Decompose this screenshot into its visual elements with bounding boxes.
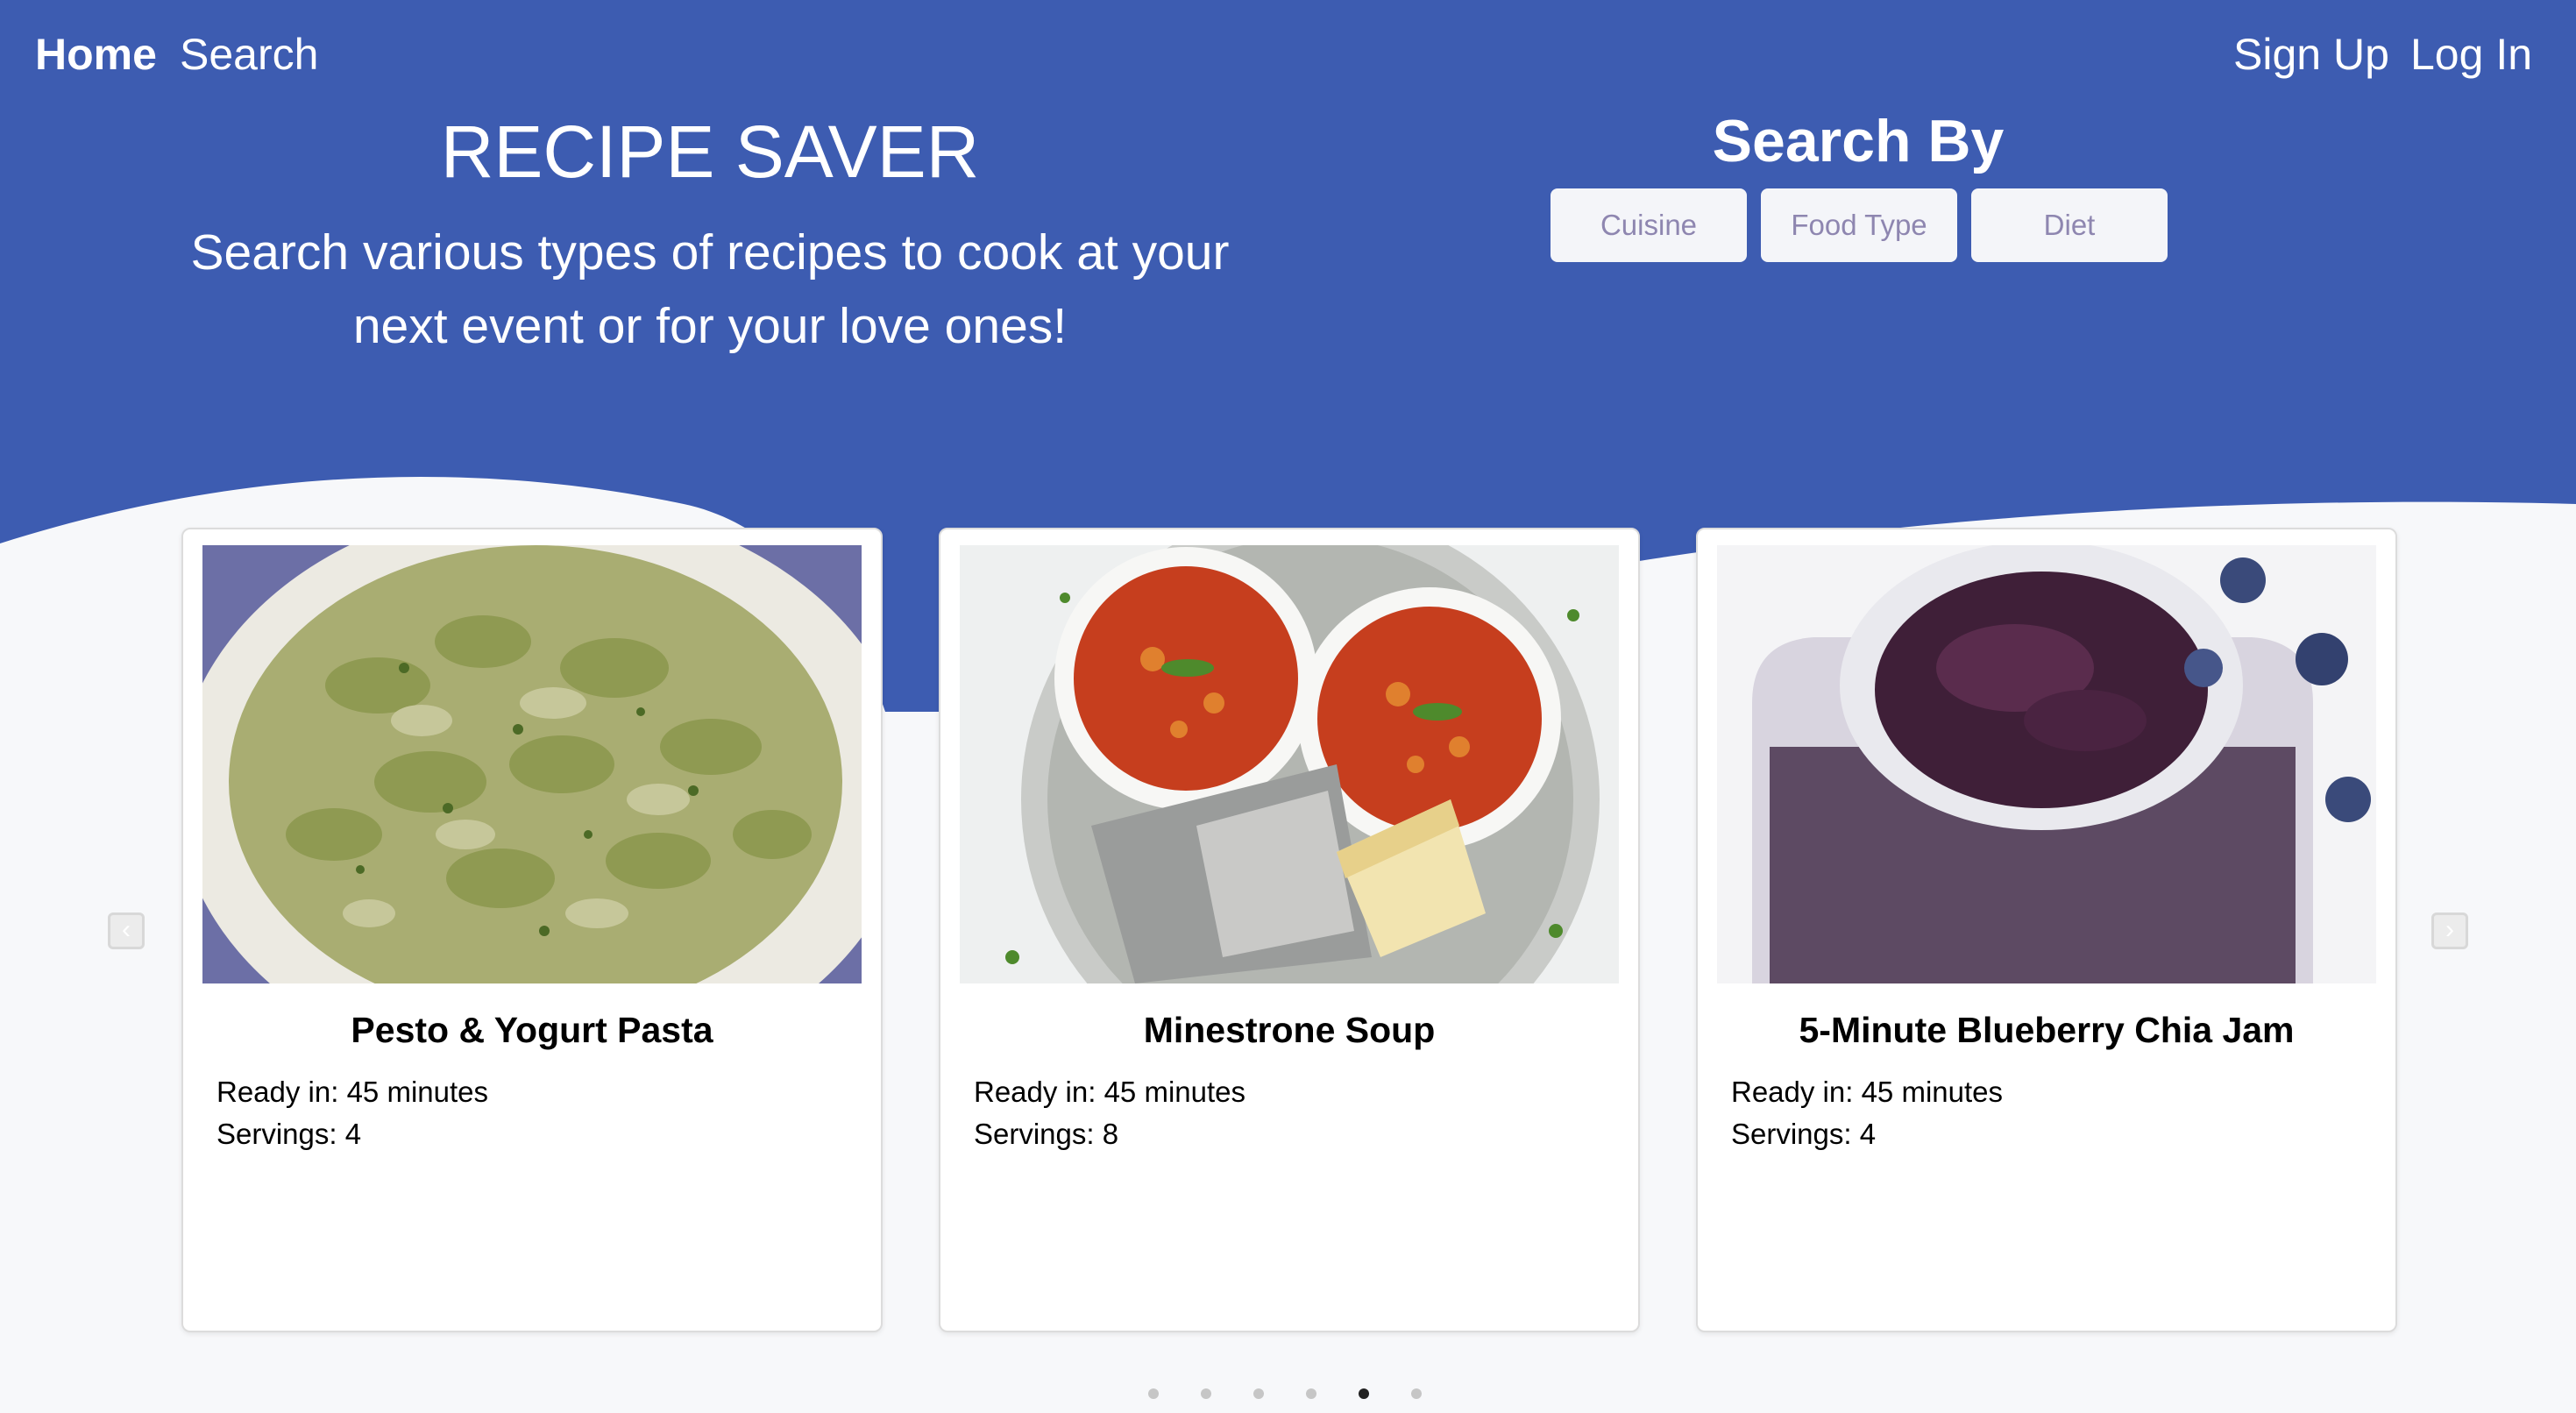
carousel-dot[interactable] <box>1253 1388 1264 1399</box>
recipe-servings: Servings: 8 <box>974 1118 1119 1150</box>
carousel-pagination <box>1148 1388 1422 1399</box>
jam-photo <box>1717 545 2376 983</box>
recipe-title: Minestrone Soup <box>1143 1010 1436 1050</box>
food-type-button[interactable]: Food Type <box>1761 188 1957 262</box>
filter-buttons: Cuisine Food Type Diet <box>1551 188 2169 262</box>
recipe-info: Ready in: 45 minutes Servings: 8 <box>974 1071 1245 1155</box>
nav-log-in-link[interactable]: Log In <box>2410 26 2532 82</box>
top-nav: Home Search Sign Up Log In <box>0 0 2576 114</box>
recipe-card[interactable]: 5-Minute Blueberry Chia Jam Ready in: 45… <box>1696 528 2397 1332</box>
carousel-dot[interactable] <box>1201 1388 1211 1399</box>
search-by-section: Search By <box>1550 103 2167 179</box>
hero-subtitle-line-2: next event or for your love ones! <box>352 298 1068 354</box>
recipe-info: Ready in: 45 minutes Servings: 4 <box>216 1071 488 1155</box>
carousel-dot[interactable] <box>1148 1388 1159 1399</box>
carousel-dot[interactable] <box>1306 1388 1316 1399</box>
recipe-title: 5-Minute Blueberry Chia Jam <box>1799 1010 2295 1050</box>
recipe-ready-time: Ready in: 45 minutes <box>1731 1076 2004 1108</box>
nav-search-link[interactable]: Search <box>180 26 318 82</box>
carousel-dot[interactable] <box>1411 1388 1422 1399</box>
nav-sign-up-link[interactable]: Sign Up <box>2233 26 2389 82</box>
hero-intro: RECIPE SAVER Search various types of rec… <box>167 103 1253 363</box>
carousel-prev-button[interactable]: ‹ <box>108 912 145 949</box>
page-title: RECIPE SAVER <box>440 110 980 193</box>
cuisine-button[interactable]: Cuisine <box>1551 188 1747 262</box>
chevron-left-icon: ‹ <box>122 915 131 944</box>
recipe-ready-time: Ready in: 45 minutes <box>216 1076 489 1108</box>
recipe-ready-time: Ready in: 45 minutes <box>974 1076 1246 1108</box>
chevron-right-icon: › <box>2445 915 2454 944</box>
recipe-title: Pesto & Yogurt Pasta <box>351 1010 713 1050</box>
nav-home-link[interactable]: Home <box>35 26 157 82</box>
recipe-card[interactable]: Minestrone Soup Ready in: 45 minutes Ser… <box>939 528 1640 1332</box>
hero-subtitle-line-1: Search various types of recipes to cook … <box>190 224 1230 280</box>
recipe-info: Ready in: 45 minutes Servings: 4 <box>1731 1071 2003 1155</box>
hero-subtitle: Search various types of recipes to cook … <box>167 216 1253 363</box>
recipe-card[interactable]: Pesto & Yogurt Pasta Ready in: 45 minute… <box>181 528 883 1332</box>
recipe-servings: Servings: 4 <box>216 1118 362 1150</box>
carousel-dot[interactable] <box>1359 1388 1369 1399</box>
pasta-photo <box>202 545 862 983</box>
recipe-servings: Servings: 4 <box>1731 1118 1877 1150</box>
soup-photo <box>960 545 1619 983</box>
carousel-next-button[interactable]: › <box>2431 912 2468 949</box>
search-by-title: Search By <box>1712 108 2005 174</box>
diet-button[interactable]: Diet <box>1971 188 2168 262</box>
